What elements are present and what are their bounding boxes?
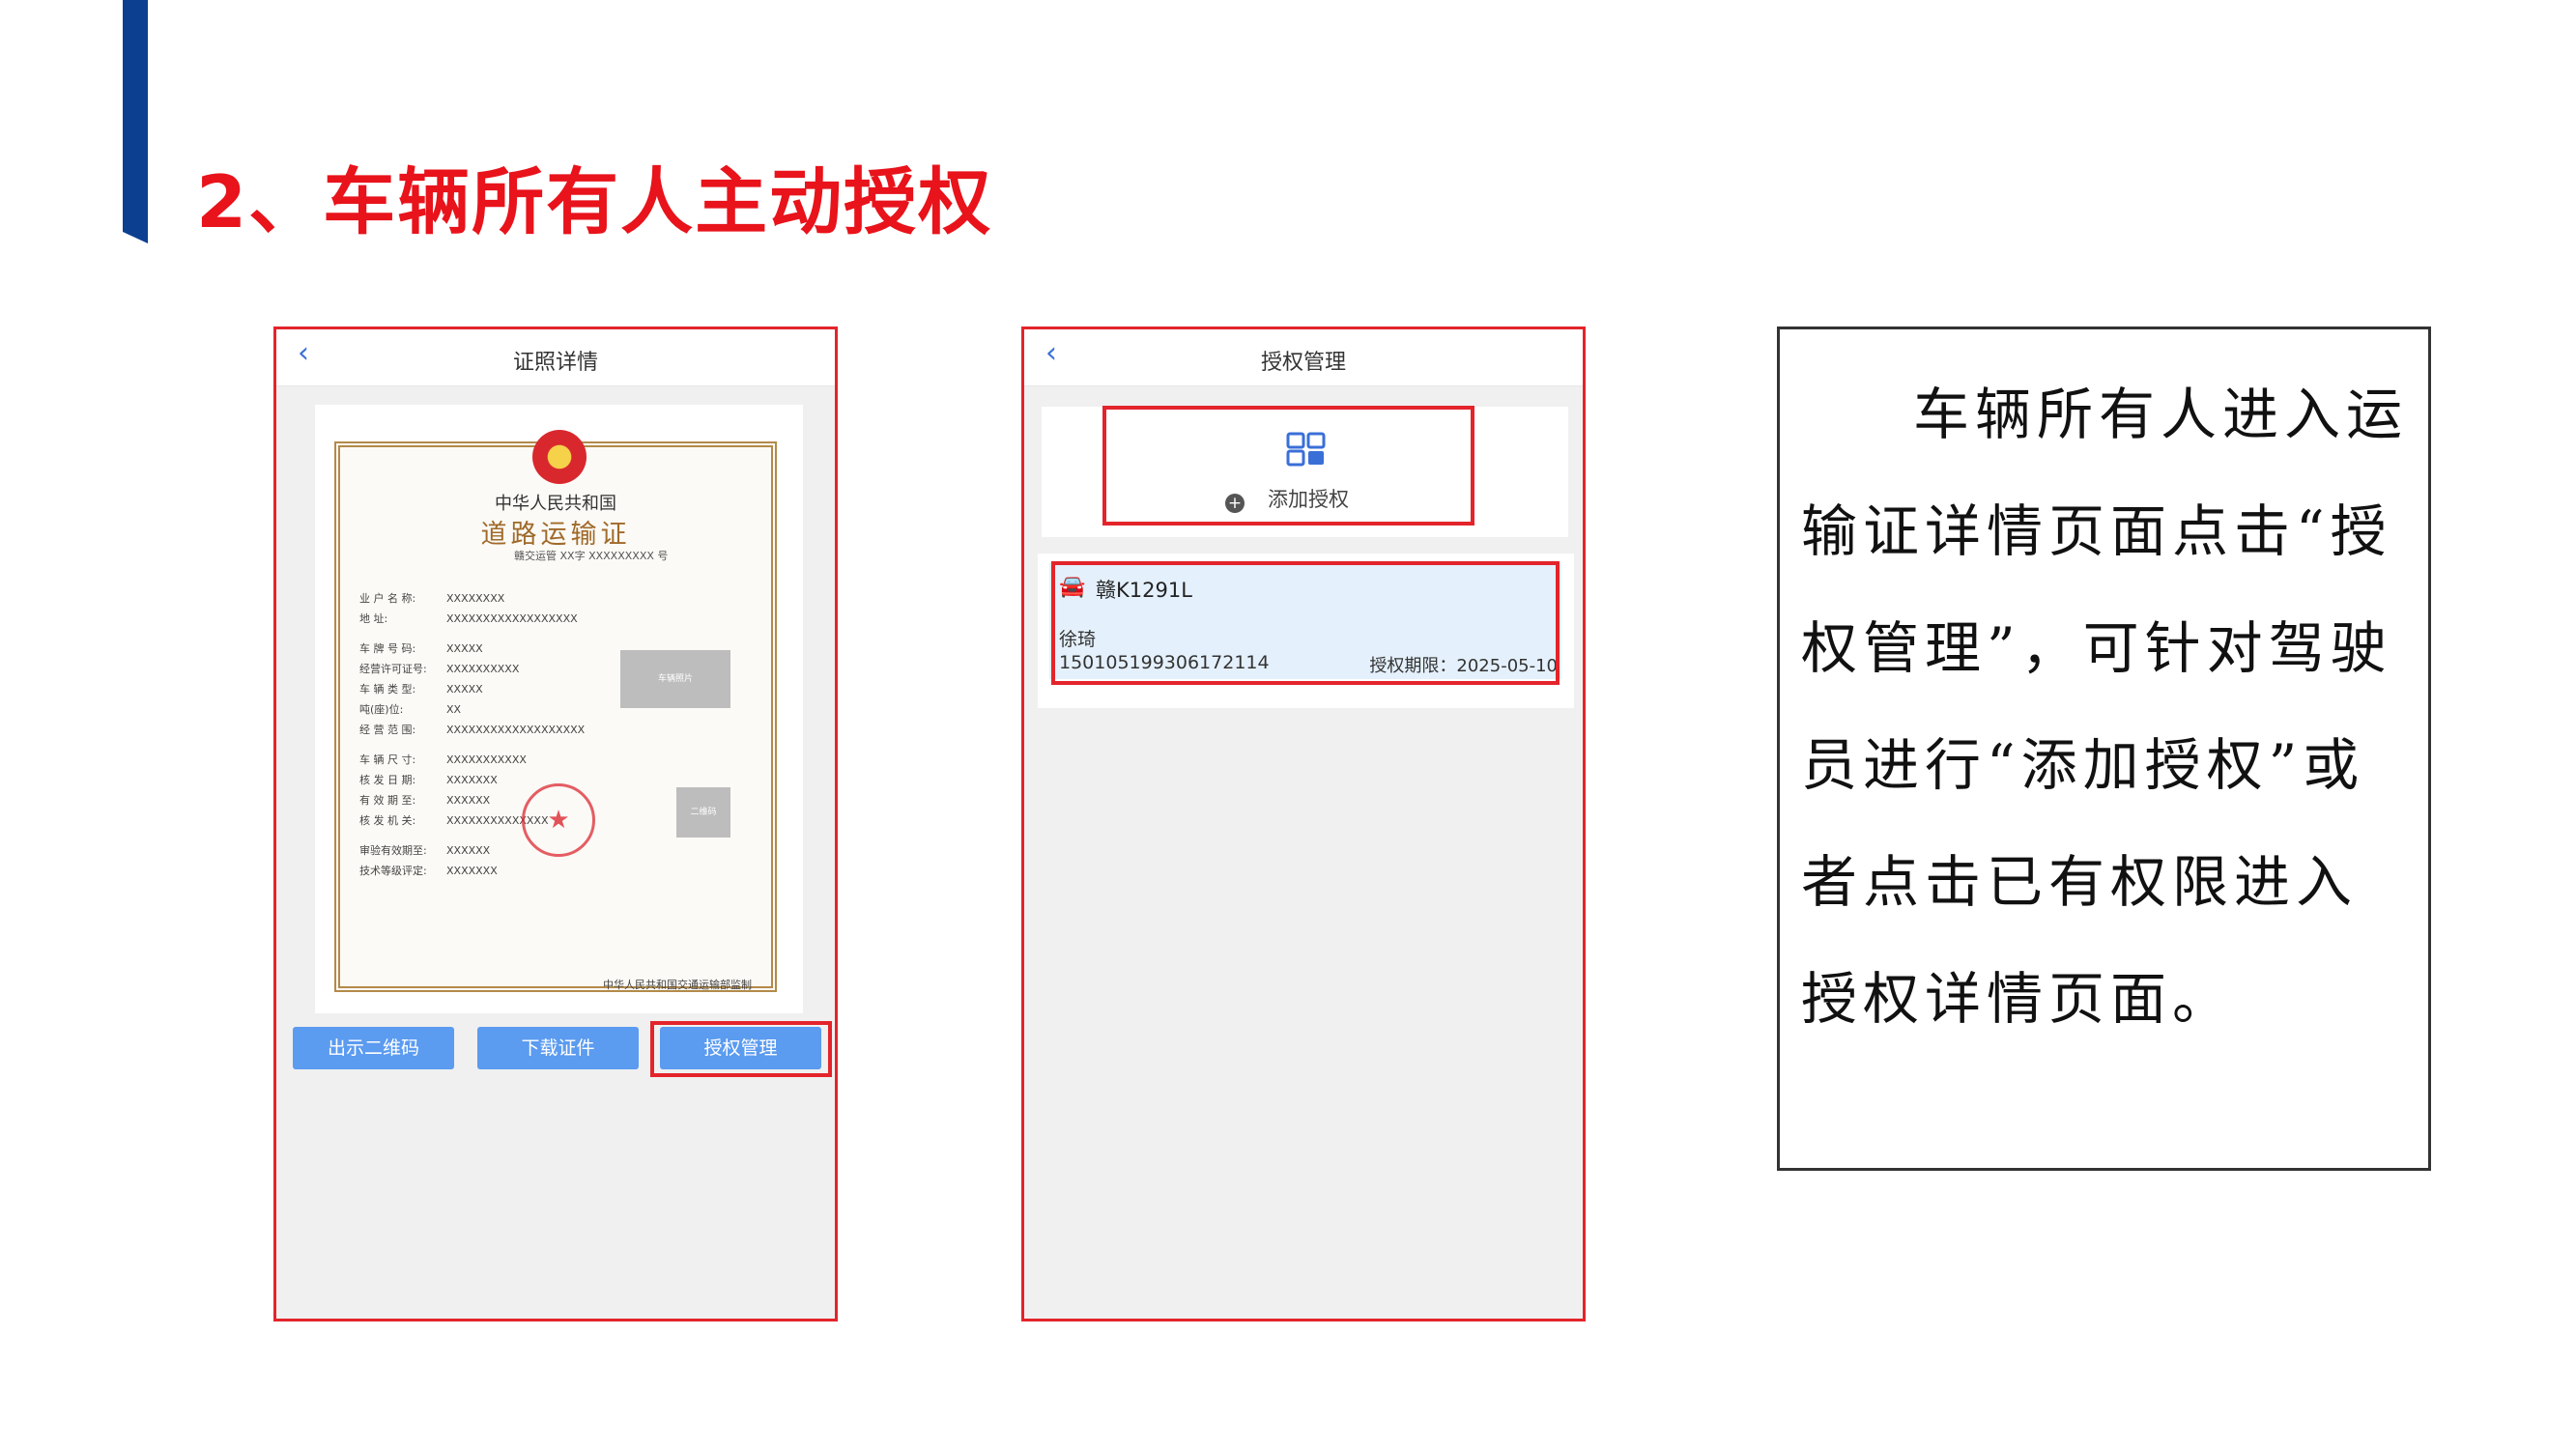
certificate-detail-screen: ‹ 证照详情 中华人民共和国 道路运输证 赣交运管 XX字 XXXXXXXXX … — [273, 327, 838, 1321]
description-text: 车辆所有人进入运输证详情页面点击“授权管理”，可针对驾驶员进行“添加授权”或者点… — [1801, 382, 2409, 1032]
cert-field: 技术等级评定: XXXXXXX — [359, 865, 498, 877]
top-bar: ‹ 授权管理 — [1024, 329, 1583, 386]
highlight-box — [1051, 561, 1560, 685]
official-stamp-icon — [522, 783, 595, 857]
download-certificate-button[interactable]: 下载证件 — [477, 1027, 639, 1069]
cert-field: 车 辆 类 型: XXXXX — [359, 683, 483, 696]
cert-field: 车 辆 尺 寸: XXXXXXXXXXX — [359, 753, 527, 766]
auth-management-screen: ‹ 授权管理 + 添加授权 🚘 赣K1291L 徐琦 15010519930617… — [1021, 327, 1586, 1321]
cert-field: 经营许可证号: XXXXXXXXXX — [359, 663, 520, 675]
description-box: 车辆所有人进入运输证详情页面点击“授权管理”，可针对驾驶员进行“添加授权”或者点… — [1777, 327, 2431, 1171]
certificate-number: 赣交运管 XX字 XXXXXXXXX 号 — [514, 550, 669, 562]
cert-field: 车 牌 号 码: XXXXX — [359, 642, 483, 655]
national-emblem-icon — [532, 430, 587, 484]
cert-field: 经 营 范 围: XXXXXXXXXXXXXXXXXXX — [359, 724, 586, 736]
show-qr-button[interactable]: 出示二维码 — [293, 1027, 454, 1069]
highlight-box — [1102, 406, 1474, 526]
add-auth-card[interactable]: + 添加授权 — [1042, 406, 1568, 537]
certificate-image: 中华人民共和国 道路运输证 赣交运管 XX字 XXXXXXXXX 号 业 户 名… — [315, 405, 803, 1013]
accent-bar — [123, 0, 148, 243]
vehicle-photo-placeholder: 车辆照片 — [620, 650, 730, 708]
certificate-country: 中华人民共和国 — [495, 494, 616, 514]
certificate-frame: 中华人民共和国 道路运输证 赣交运管 XX字 XXXXXXXXX 号 业 户 名… — [334, 430, 777, 992]
page-title: 证照详情 — [512, 351, 598, 375]
auth-list: 🚘 赣K1291L 徐琦 150105199306172114 授权期限：202… — [1038, 554, 1574, 708]
slide-title: 2、车辆所有人主动授权 — [196, 159, 993, 244]
certificate-name: 道路运输证 — [480, 520, 631, 550]
certificate-footer: 中华人民共和国交通运输部监制 — [603, 979, 752, 991]
highlight-box — [650, 1021, 832, 1077]
action-buttons: 出示二维码 下载证件 授权管理 — [293, 1021, 832, 1077]
qr-code-placeholder: 二维码 — [676, 787, 730, 838]
page-title: 授权管理 — [1260, 351, 1346, 375]
cert-field: 业 户 名 称: XXXXXXXX — [359, 592, 505, 605]
top-bar: ‹ 证照详情 — [276, 329, 835, 386]
cert-field: 地 址: XXXXXXXXXXXXXXXXXX — [359, 612, 578, 625]
cert-field: 吨(座)位: XX — [359, 703, 462, 716]
